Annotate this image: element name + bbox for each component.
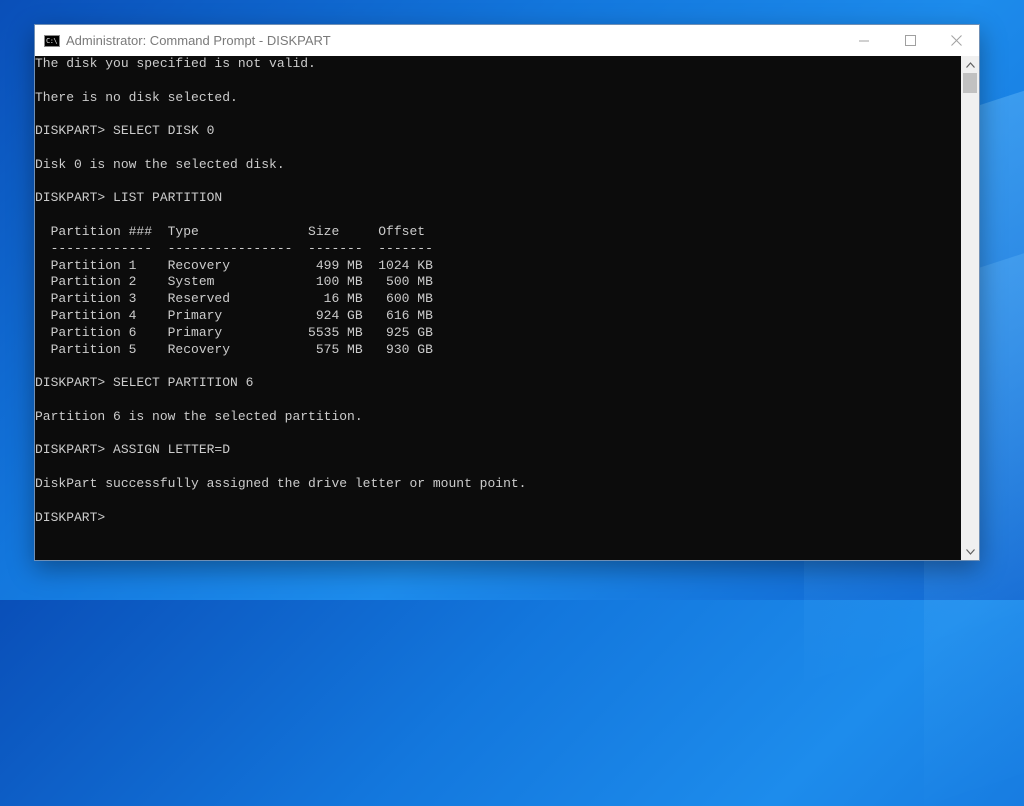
command-prompt-window: C:\ Administrator: Command Prompt - DISK… — [34, 24, 980, 561]
close-icon — [950, 35, 962, 46]
console-line: Partition ### Type Size Offset — [35, 223, 426, 239]
console-output[interactable]: The disk you specified is not valid. Ther… — [35, 56, 961, 560]
console-line: DISKPART> ASSIGN LETTER=D — [35, 442, 231, 458]
close-button[interactable] — [933, 25, 979, 56]
scrollbar-thumb[interactable] — [963, 73, 977, 93]
maximize-icon — [904, 35, 916, 46]
console-line: There is no disk selected. — [35, 89, 238, 105]
scroll-down-button[interactable] — [961, 543, 979, 560]
scroll-down-arrow-icon — [965, 548, 975, 555]
minimize-button[interactable] — [841, 25, 887, 56]
console-line: DISKPART> SELECT PARTITION 6 — [35, 375, 254, 391]
command-prompt-icon[interactable]: C:\ — [44, 34, 60, 47]
maximize-button[interactable] — [887, 25, 933, 56]
window-title: Administrator: Command Prompt - DISKPART — [66, 33, 331, 48]
title-bar[interactable]: C:\ Administrator: Command Prompt - DISK… — [35, 25, 979, 56]
console-line: Partition 3 Reserved 16 MB 600 MB — [35, 291, 433, 307]
console-line: DiskPart successfully assigned the drive… — [35, 475, 527, 491]
console-line: DISKPART> LIST PARTITION — [35, 190, 223, 206]
console-line: ------------- ---------------- ------- -… — [35, 240, 433, 256]
console-line: DISKPART> SELECT DISK 0 — [35, 123, 215, 139]
scroll-up-arrow-icon — [965, 61, 975, 68]
app-icon-glyph: C:\ — [46, 36, 58, 45]
console-line: Partition 5 Recovery 575 MB 930 GB — [35, 341, 433, 357]
scroll-up-button[interactable] — [961, 56, 979, 73]
vertical-scrollbar[interactable] — [961, 56, 979, 560]
console-line: The disk you specified is not valid. — [35, 56, 316, 71]
console-line: Partition 2 System 100 MB 500 MB — [35, 274, 433, 290]
console-line: Disk 0 is now the selected disk. — [35, 156, 285, 172]
console-line: Partition 6 Primary 5535 MB 925 GB — [35, 324, 433, 340]
console-line: Partition 4 Primary 924 GB 616 MB — [35, 307, 433, 323]
console-line: Partition 1 Recovery 499 MB 1024 KB — [35, 257, 433, 273]
console-line: DISKPART> — [35, 509, 114, 525]
window-controls — [841, 25, 979, 56]
minimize-icon — [859, 40, 869, 41]
console-line: Partition 6 is now the selected partitio… — [35, 408, 363, 424]
